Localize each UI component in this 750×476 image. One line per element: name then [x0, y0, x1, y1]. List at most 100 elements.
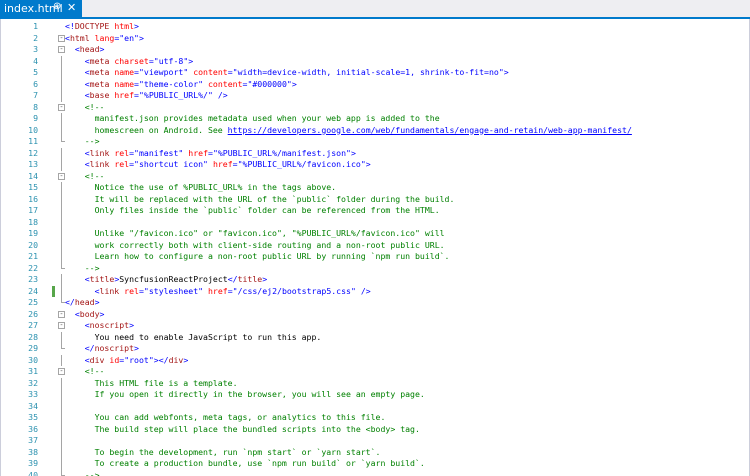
code-token: body — [79, 308, 100, 319]
code-line[interactable]: 5 <meta name="viewport" content="width=d… — [1, 67, 749, 79]
collapse-icon[interactable]: - — [58, 368, 65, 375]
code-line[interactable]: 17 Only files inside the `public` folder… — [1, 205, 749, 217]
code-line[interactable]: 16 It will be replaced with the URL of t… — [1, 193, 749, 205]
line-number: 18 — [28, 216, 38, 227]
code-token: link — [89, 159, 110, 169]
code-line[interactable]: 27 - <noscript> — [1, 320, 749, 332]
code-token: > — [365, 159, 371, 169]
code-text: <meta charset="utf-8"> — [65, 56, 194, 68]
close-icon[interactable]: ✕ — [67, 1, 76, 14]
collapse-icon[interactable]: - — [58, 310, 65, 318]
code-token: work correctly both with client-side rou… — [65, 239, 445, 250]
code-line[interactable]: 35 You can add webfonts, meta tags, or a… — [1, 412, 749, 424]
code-text: </noscript> — [65, 343, 139, 355]
code-line[interactable]: 38 To begin the development, run `npm st… — [1, 446, 749, 458]
code-line[interactable]: 19 Unlike "/favicon.ico" or "favicon.ico… — [1, 228, 749, 240]
code-text: <base href="%PUBLIC_URL%/" /> — [65, 90, 228, 102]
collapse-icon[interactable]: - — [58, 46, 65, 53]
fold-guide — [61, 78, 62, 90]
code-line[interactable]: 31 - <!-- — [1, 366, 749, 378]
code-token: href — [188, 147, 208, 158]
collapse-icon[interactable]: - — [58, 172, 65, 180]
code-text: <body> — [65, 308, 105, 321]
code-token: --> — [65, 262, 100, 273]
code-token: > — [134, 343, 139, 353]
collapse-icon[interactable]: - — [58, 103, 65, 111]
code-line[interactable]: 2 - <html lang="en"> — [1, 33, 749, 45]
code-line[interactable]: 15 Notice the use of %PUBLIC_URL% in the… — [1, 182, 749, 194]
code-token: href — [208, 285, 228, 296]
code-line[interactable]: 21 Learn how to configure a non-root pub… — [1, 251, 749, 263]
fold-guide — [61, 331, 62, 343]
pin-icon[interactable]: ⊕ — [53, 1, 61, 12]
code-text: You need to enable JavaScript to run thi… — [65, 332, 322, 344]
code-line[interactable]: 22 --> — [1, 262, 749, 275]
line-number: 27 — [28, 320, 38, 330]
code-token: id — [109, 354, 120, 365]
code-token: homescreen on Android. See — [65, 124, 228, 135]
code-token: Only files inside the `public` folder ca… — [65, 205, 440, 215]
code-line[interactable]: 30 <div id="root"></div> — [1, 354, 749, 366]
code-line[interactable]: 29 </noscript> — [1, 343, 749, 355]
collapse-icon[interactable]: - — [58, 322, 65, 329]
code-line[interactable]: 1 <!DOCTYPE html> — [1, 21, 749, 33]
code-line[interactable]: 18 — [1, 216, 749, 228]
code-token: DOCTYPE — [74, 21, 110, 31]
fold-guide — [61, 446, 62, 458]
code-token: head — [74, 297, 95, 307]
line-number: 5 — [33, 67, 38, 77]
code-line[interactable]: 11 --> — [1, 136, 749, 148]
code-text: To create a production bundle, use `npm … — [65, 458, 425, 470]
code-token: title — [237, 274, 263, 284]
code-line[interactable]: 13 <link rel="shortcut icon" href="%PUBL… — [1, 159, 749, 171]
code-line[interactable]: 14 - <!-- — [1, 171, 749, 183]
code-token: --> — [65, 469, 100, 476]
line-number: 39 — [28, 458, 38, 468]
code-line[interactable]: 23 <title>SyncfusionReactProject</title> — [1, 274, 749, 286]
code-token: > — [134, 21, 139, 31]
code-text: --> — [65, 263, 100, 275]
code-line[interactable]: 9 manifest.json provides metadata used w… — [1, 113, 749, 125]
code-token: Learn how to configure a non-root public… — [65, 251, 450, 261]
code-line[interactable]: 40 --> — [1, 469, 749, 476]
code-text: <!-- — [65, 102, 105, 114]
code-line[interactable]: 3 - <head> — [1, 44, 749, 56]
code-line[interactable]: 39 To create a production bundle, use `n… — [1, 458, 749, 470]
code-text: <noscript> — [65, 320, 134, 332]
fold-guide — [61, 228, 62, 240]
code-line[interactable]: 24 <link rel="stylesheet" href="/css/ej2… — [1, 285, 749, 297]
code-line[interactable]: 12 <link rel="manifest" href="%PUBLIC_UR… — [1, 147, 749, 159]
collapse-icon[interactable]: - — [58, 34, 65, 42]
code-line[interactable]: 28 You need to enable JavaScript to run … — [1, 331, 749, 344]
code-line[interactable]: 6 <meta name="theme-color" content="#000… — [1, 78, 749, 90]
line-number: 16 — [28, 193, 38, 204]
code-editor[interactable]: 1 <!DOCTYPE html> 2- <html lang="en"> 3- <he… — [0, 19, 750, 476]
line-number: 9 — [33, 113, 38, 123]
code-line[interactable]: 25 </head> — [1, 297, 749, 309]
fold-guide — [61, 67, 62, 79]
code-line[interactable]: 26 - <body> — [1, 309, 749, 321]
code-line[interactable]: 32 This HTML file is a template. — [1, 377, 749, 389]
code-line[interactable]: 37 — [1, 435, 749, 447]
code-token: rel — [114, 159, 130, 169]
code-line[interactable]: 20 work correctly both with client-side … — [1, 239, 749, 251]
line-number: 1 — [33, 21, 38, 31]
code-line[interactable]: 8 - <!-- — [1, 102, 749, 114]
line-number: 14 — [28, 170, 38, 181]
code-line[interactable]: 33 If you open it directly in the browse… — [1, 389, 749, 401]
fold-guide — [61, 90, 62, 102]
code-token: content — [208, 78, 243, 89]
code-line[interactable]: 4 <meta charset="utf-8"> — [1, 55, 749, 68]
code-line[interactable]: 10 homescreen on Android. See https://de… — [1, 124, 749, 136]
code-line[interactable]: 36 The build step will place the bundled… — [1, 423, 749, 435]
tab-index-html[interactable]: index.html ⊕ ✕ — [0, 0, 82, 17]
code-line[interactable]: 34 — [1, 400, 749, 412]
code-token: "en" — [119, 32, 139, 43]
code-token: The build step will place the bundled sc… — [65, 423, 420, 434]
line-number: 22 — [28, 262, 38, 273]
code-line[interactable]: 7 <base href="%PUBLIC_URL%/" /> — [1, 90, 749, 102]
code-token[interactable]: https://developers.google.com/web/fundam… — [228, 125, 632, 135]
code-text: Notice the use of %PUBLIC_URL% in the ta… — [65, 182, 337, 194]
